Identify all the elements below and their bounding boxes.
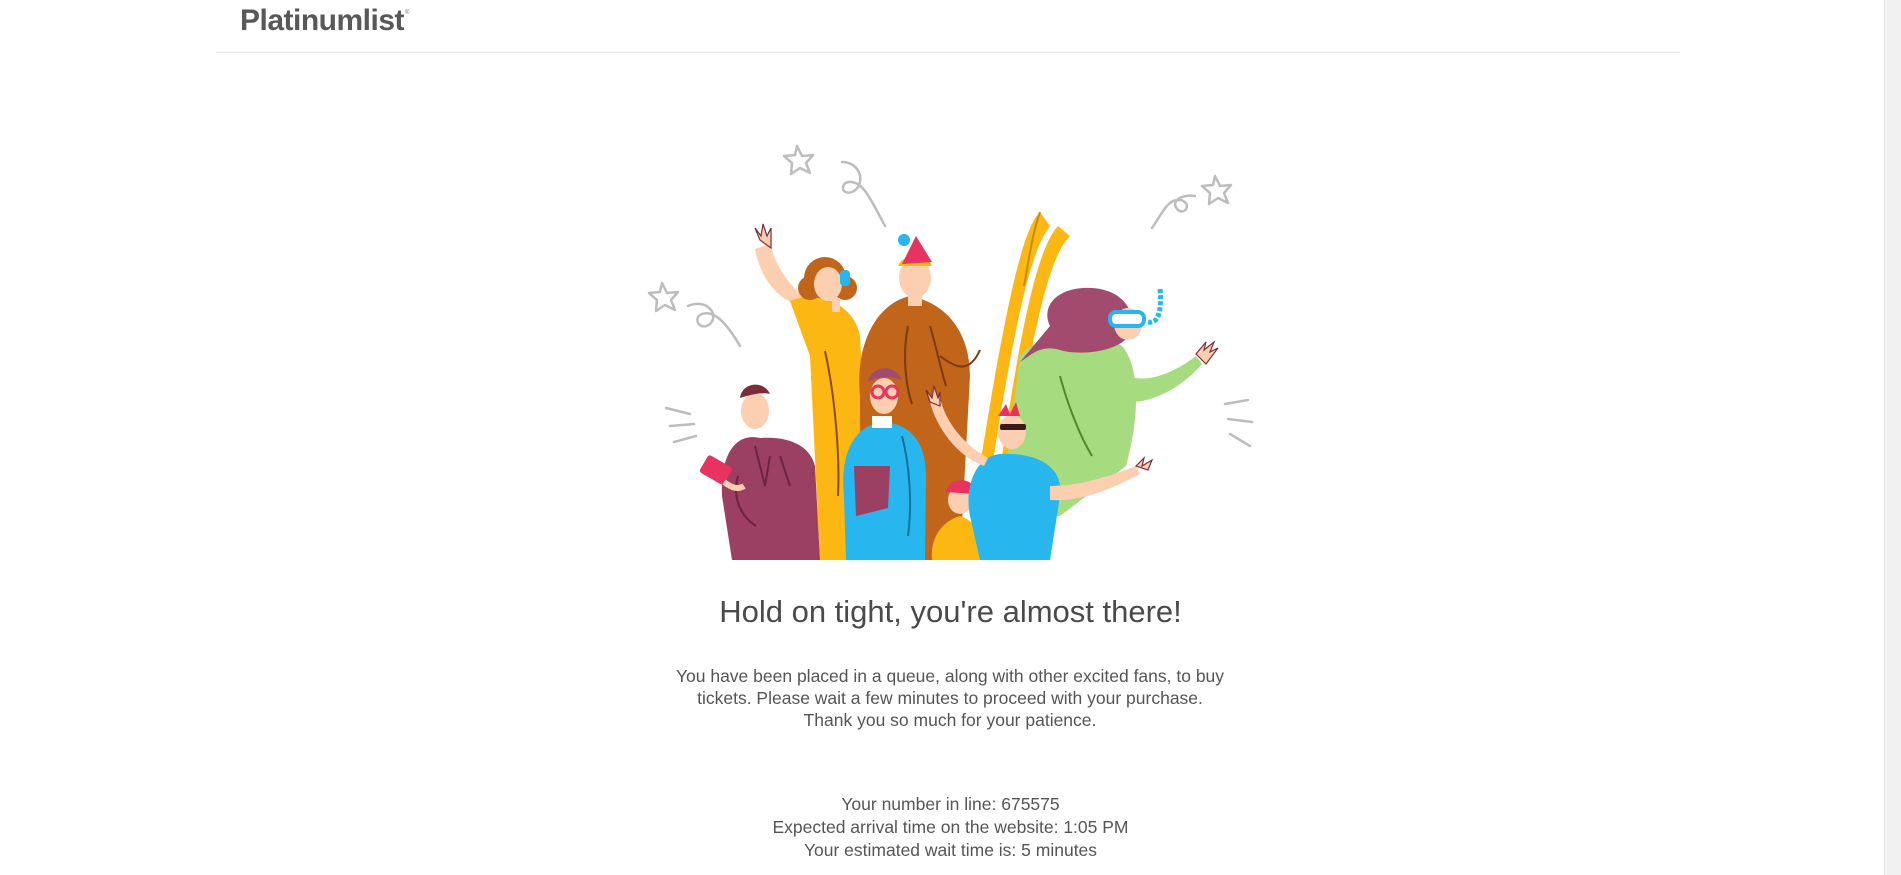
arrival-time-label: Expected arrival time on the website:	[772, 817, 1059, 837]
logo-text: Platinumlist	[240, 4, 405, 37]
man-suit-plum	[699, 384, 820, 560]
logo-registered-mark: ®	[405, 10, 410, 16]
swirl-doodle	[1150, 194, 1197, 230]
swirl-doodle	[840, 160, 887, 228]
queue-number-value: 675575	[1001, 794, 1060, 814]
queue-message: You have been placed in a queue, along w…	[650, 665, 1250, 731]
speed-lines	[664, 406, 698, 444]
arrival-time-row: Expected arrival time on the website: 1:…	[0, 816, 1901, 839]
message-line: tickets. Please wait a few minutes to pr…	[697, 688, 1203, 708]
queue-number-row: Your number in line: 675575	[0, 793, 1901, 816]
star-doodle	[1200, 174, 1233, 206]
page-title: Hold on tight, you're almost there!	[719, 594, 1182, 629]
wait-time-value: 5 minutes	[1021, 840, 1098, 860]
wait-time-label: Your estimated wait time is:	[803, 840, 1017, 860]
speed-lines	[1223, 398, 1254, 448]
queue-page: Platinumlist ® Hold on tight, you're alm…	[0, 0, 1901, 875]
arrival-time-value: 1:05 PM	[1063, 817, 1129, 837]
platinumlist-logo[interactable]: Platinumlist ®	[240, 4, 409, 38]
wait-time-row: Your estimated wait time is: 5 minutes	[0, 839, 1901, 862]
queue-status: Your number in line: 675575 Expected arr…	[0, 793, 1901, 862]
message-line: Thank you so much for your patience.	[803, 710, 1097, 730]
star-doodle	[782, 144, 815, 176]
swirl-doodle	[686, 302, 742, 348]
vertical-scrollbar[interactable]	[1884, 0, 1901, 875]
queue-number-label: Your number in line:	[841, 794, 997, 814]
message-line: You have been placed in a queue, along w…	[675, 666, 1225, 686]
celebrating-crowd-illustration	[647, 144, 1254, 560]
site-header: Platinumlist ®	[216, 0, 1680, 53]
star-doodle	[647, 281, 680, 313]
